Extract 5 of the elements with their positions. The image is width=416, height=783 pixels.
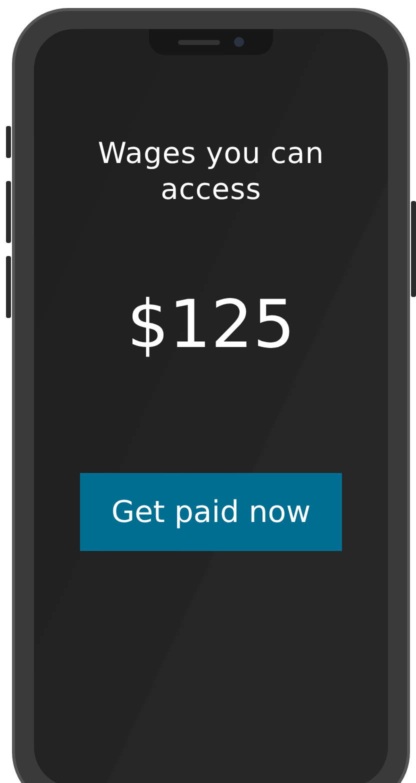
wage-amount: $125 <box>127 285 295 365</box>
wages-title: Wages you can access <box>96 135 326 207</box>
speaker-icon <box>178 40 220 44</box>
camera-icon <box>234 37 244 47</box>
get-paid-button[interactable]: Get paid now <box>80 473 342 551</box>
